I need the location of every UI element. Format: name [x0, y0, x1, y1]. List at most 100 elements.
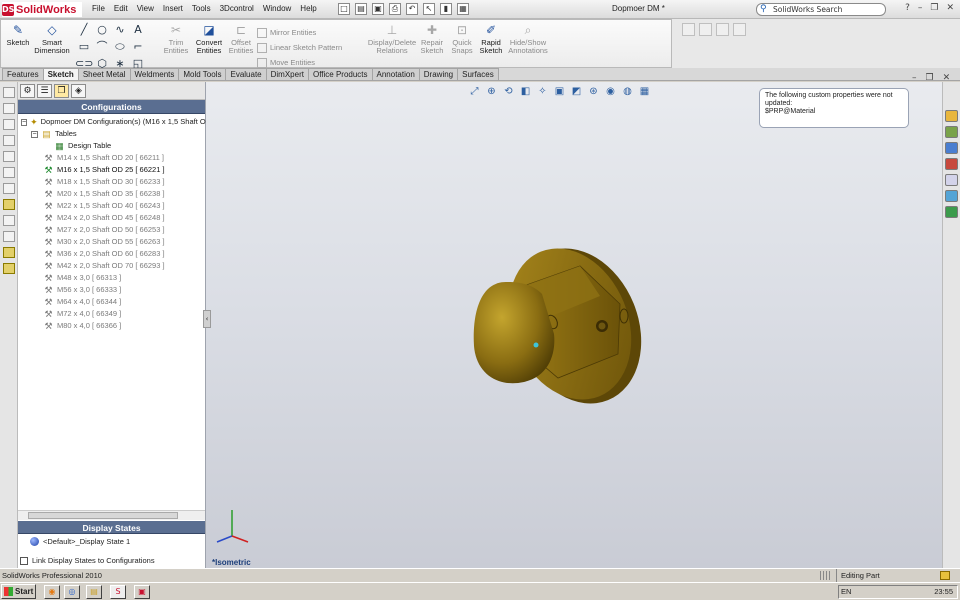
start-button[interactable]: Start: [1, 584, 36, 599]
menu-view[interactable]: View: [137, 4, 154, 13]
quick-snaps-button[interactable]: ⊡ Quick Snaps: [449, 23, 475, 55]
custom-properties-notification[interactable]: The following custom properties were not…: [759, 88, 909, 128]
offset-entities-button[interactable]: ⊏ Offset Entities: [227, 23, 255, 55]
menu-insert[interactable]: Insert: [163, 4, 183, 13]
line-icon[interactable]: ╱: [75, 23, 93, 37]
hide-show-annotations-button[interactable]: ⌕ Hide/Show Annotations: [507, 23, 549, 55]
configuration-item[interactable]: ⚒ M80 x 4,0 [ 66366 ]: [21, 320, 205, 332]
collapse-toggle-icon[interactable]: −: [21, 118, 28, 126]
part-model[interactable]: [470, 242, 650, 412]
appearance-manager-tab-icon[interactable]: ◈: [71, 84, 86, 98]
configuration-item[interactable]: ⚒ M27 x 2,0 Shaft OD 50 [ 66253 ]: [21, 224, 205, 236]
hide-show-items-icon[interactable]: ⊛: [587, 86, 600, 98]
rotate-icon[interactable]: [716, 23, 729, 36]
tab-dimxpert[interactable]: DimXpert: [265, 68, 309, 80]
zoom-area-icon[interactable]: ⊕: [485, 86, 498, 98]
configuration-item[interactable]: ⚒ M48 x 3,0 [ 66313 ]: [21, 272, 205, 284]
previous-view-icon[interactable]: ⟲: [502, 86, 515, 98]
ellipse-icon[interactable]: ⬭: [111, 40, 129, 54]
apply-scene-icon[interactable]: ◍: [621, 86, 634, 98]
view-orientation-dropdown-icon[interactable]: ▣: [553, 86, 566, 98]
search-input[interactable]: ⚲ SolidWorks Search: [756, 3, 886, 16]
configuration-item[interactable]: ⚒ M64 x 4,0 [ 66344 ]: [21, 296, 205, 308]
configuration-item[interactable]: ⚒ M14 x 1,5 Shaft OD 20 [ 66211 ]: [21, 152, 205, 164]
zoom-icon[interactable]: [682, 23, 695, 36]
configuration-item[interactable]: ⚒ M16 x 1,5 Shaft OD 25 [ 66221 ]: [21, 164, 205, 176]
configuration-manager-tab-icon[interactable]: ❐: [54, 84, 69, 98]
sketch-button[interactable]: ✎ Sketch: [5, 23, 31, 47]
view-orientation-icon[interactable]: [3, 87, 15, 98]
horizontal-scrollbar[interactable]: [18, 510, 205, 520]
dynamic-annotation-icon[interactable]: ✧: [536, 86, 549, 98]
file-properties-icon[interactable]: ▦: [457, 3, 469, 15]
tab-sketch[interactable]: Sketch: [42, 68, 79, 80]
pan-icon[interactable]: [699, 23, 712, 36]
new-document-icon[interactable]: □: [338, 3, 350, 15]
menu-3dcontrol[interactable]: 3Dcontrol: [220, 4, 254, 13]
configuration-item[interactable]: ⚒ M18 x 1,5 Shaft OD 30 [ 66233 ]: [21, 176, 205, 188]
edit-appearance-icon[interactable]: ◉: [604, 86, 617, 98]
grid-icon[interactable]: [733, 23, 746, 36]
bottom-view-icon[interactable]: [3, 167, 15, 178]
collapse-toggle-icon[interactable]: −: [31, 130, 38, 138]
firefox-icon[interactable]: ◉: [44, 585, 60, 599]
appearances-icon[interactable]: [945, 174, 958, 186]
solidworks-taskbar-icon[interactable]: S: [110, 585, 126, 599]
graphics-area[interactable]: ⤢ ⊕ ⟲ ◧ ✧ ▣ ◩ ⊛ ◉ ◍ ▦ The following cust…: [206, 82, 942, 568]
top-view-icon[interactable]: [3, 119, 15, 130]
minimize-icon[interactable]: –: [918, 3, 923, 13]
configuration-item[interactable]: ⚒ M42 x 2,0 Shaft OD 70 [ 66293 ]: [21, 260, 205, 272]
tab-features[interactable]: Features: [2, 68, 44, 80]
display-delete-relations-button[interactable]: ⊥ Display/Delete Relations: [367, 23, 417, 55]
view-settings-icon[interactable]: ▦: [638, 86, 651, 98]
tab-office-products[interactable]: Office Products: [307, 68, 373, 80]
menu-edit[interactable]: Edit: [114, 4, 128, 13]
doc-minimize-icon[interactable]: –: [912, 73, 917, 83]
properties-tool-icon[interactable]: [3, 263, 15, 274]
rapid-sketch-button[interactable]: ✐ Rapid Sketch: [479, 23, 503, 55]
spline-icon[interactable]: ∿: [111, 23, 129, 37]
configuration-item[interactable]: ⚒ M22 x 1,5 Shaft OD 40 [ 66243 ]: [21, 200, 205, 212]
menu-tools[interactable]: Tools: [192, 4, 211, 13]
section-view-icon[interactable]: ◧: [519, 86, 532, 98]
zoom-to-fit-icon[interactable]: ⤢: [468, 86, 481, 98]
configuration-item[interactable]: ⚒ M30 x 2,0 Shaft OD 55 [ 66263 ]: [21, 236, 205, 248]
configuration-item[interactable]: ⚒ M20 x 1,5 Shaft OD 35 [ 66238 ]: [21, 188, 205, 200]
design-table-node[interactable]: ▦ Design Table: [21, 140, 205, 152]
tab-annotation[interactable]: Annotation: [371, 68, 420, 80]
pattern-tool-icon[interactable]: [3, 231, 15, 242]
sketch-tool-icon[interactable]: [3, 199, 15, 210]
tab-drawing[interactable]: Drawing: [418, 68, 459, 80]
undo-icon[interactable]: ↶: [406, 3, 418, 15]
mirror-entities-button[interactable]: Mirror Entities: [257, 25, 342, 40]
close-icon[interactable]: ✕: [946, 3, 954, 13]
configuration-item[interactable]: ⚒ M56 x 3,0 [ 66333 ]: [21, 284, 205, 296]
folder-icon[interactable]: ▤: [86, 585, 102, 599]
solidworks-forum-icon[interactable]: [945, 206, 958, 218]
resources-icon[interactable]: [945, 110, 958, 122]
solidworks-window-icon[interactable]: ▣: [134, 585, 150, 599]
trim-entities-button[interactable]: ✂ Trim Entities: [161, 23, 191, 55]
rebuild-icon[interactable]: ▮: [440, 3, 452, 15]
menu-file[interactable]: File: [92, 4, 105, 13]
feature-manager-tab-icon[interactable]: ⚙: [20, 84, 35, 98]
arc-icon[interactable]: ⌒: [93, 40, 111, 54]
smart-dimension-button[interactable]: ◇ Smart Dimension: [33, 23, 71, 55]
configuration-item[interactable]: ⚒ M72 x 4,0 [ 66349 ]: [21, 308, 205, 320]
tab-surfaces[interactable]: Surfaces: [457, 68, 499, 80]
scroll-thumb[interactable]: [28, 512, 178, 519]
sketch-fillet-icon[interactable]: ⌐: [129, 40, 147, 54]
configuration-root[interactable]: − ✦ Dopmoer DM Configuration(s) (M16 x 1…: [21, 116, 206, 128]
design-library-icon[interactable]: [945, 126, 958, 138]
tab-sheet-metal[interactable]: Sheet Metal: [77, 68, 131, 80]
link-display-states-checkbox[interactable]: Link Display States to Configurations: [20, 556, 155, 565]
display-state-item[interactable]: <Default>_Display State 1: [30, 537, 130, 546]
solidworks-logo[interactable]: DS SolidWorks: [2, 2, 82, 17]
text-icon[interactable]: A: [129, 23, 147, 37]
configuration-item[interactable]: ⚒ M24 x 2,0 Shaft OD 45 [ 66248 ]: [21, 212, 205, 224]
units-icon[interactable]: [940, 571, 950, 580]
relation-tool-icon[interactable]: [3, 215, 15, 226]
browser-icon[interactable]: ◎: [64, 585, 80, 599]
rectangle-icon[interactable]: ▭: [75, 40, 93, 54]
open-folder-icon[interactable]: ▤: [355, 3, 367, 15]
